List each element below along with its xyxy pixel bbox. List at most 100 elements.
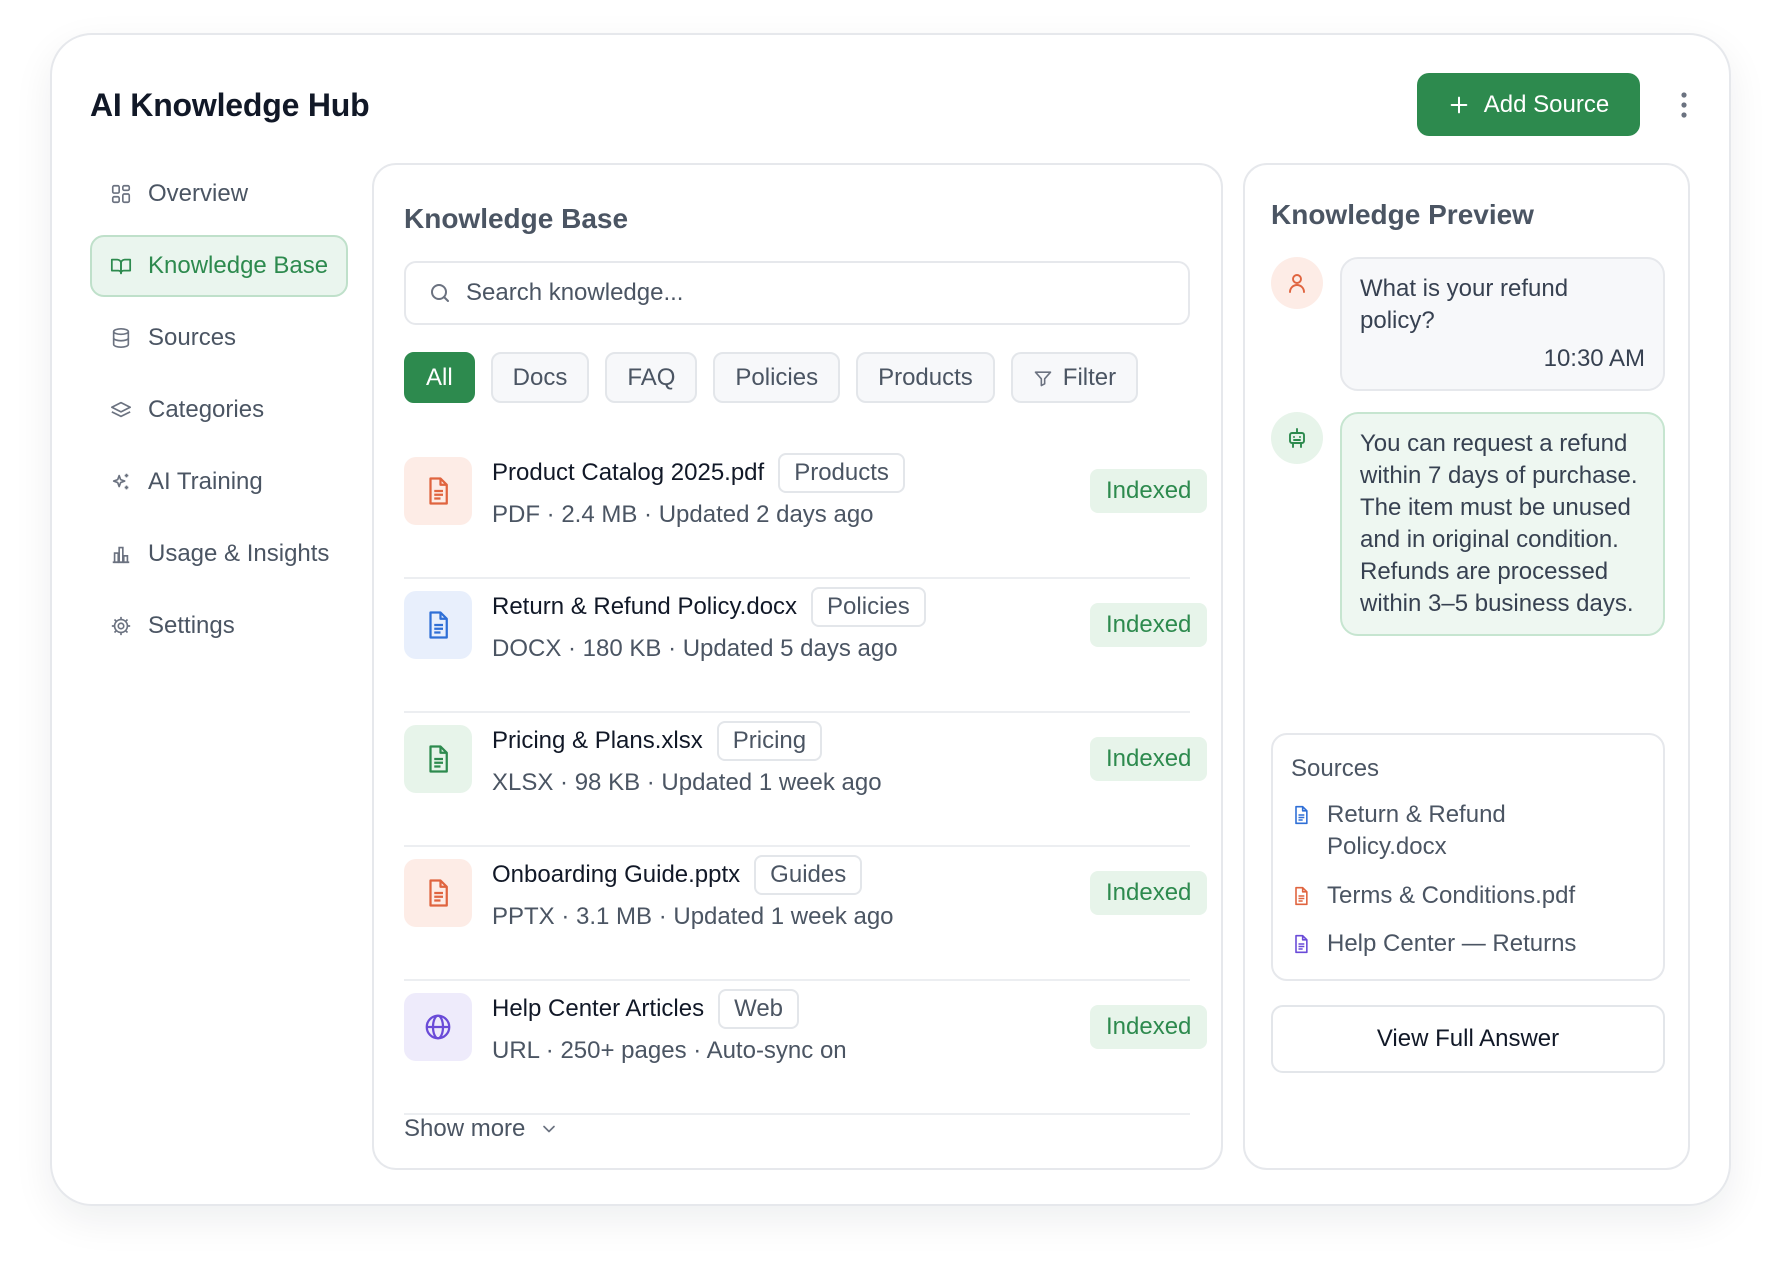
chip-label: Filter <box>1062 363 1117 391</box>
bot-avatar <box>1271 412 1323 464</box>
status-badge: Indexed <box>1090 603 1208 647</box>
sidebar-item-knowledge-base[interactable]: Knowledge Base <box>90 235 348 297</box>
view-full-answer-button[interactable]: View Full Answer <box>1271 1005 1665 1073</box>
category-tag: Policies <box>811 587 926 627</box>
funnel-icon <box>1034 370 1052 386</box>
sidebar-item-label: AI Training <box>148 468 263 495</box>
add-source-button[interactable]: Add Source <box>1417 73 1640 136</box>
chip-label: Policies <box>735 363 819 391</box>
add-source-label: Add Source <box>1483 90 1610 118</box>
category-tag: Pricing <box>716 721 823 761</box>
list-item[interactable]: Return & Refund Policy.docx Policies DOC… <box>404 579 1208 713</box>
search-icon <box>431 284 449 302</box>
doc-file-icon <box>404 591 472 659</box>
file-meta: PDF · 2.4 MB · Updated 2 days ago <box>492 501 874 528</box>
source-label: Return & Refund Policy.docx <box>1327 801 1506 860</box>
gear-icon <box>111 616 131 636</box>
bar-chart-icon <box>112 546 130 564</box>
category-tag: Products <box>778 453 905 493</box>
show-more-button[interactable]: Show more <box>404 1115 559 1143</box>
filter-chip-products[interactable]: Products <box>856 352 995 403</box>
file-meta: XLSX · 98 KB · Updated 1 week ago <box>492 769 882 796</box>
chip-label: All <box>426 363 453 391</box>
file-name: Product Catalog 2025.pdf <box>492 459 765 486</box>
filter-chip-docs[interactable]: Docs <box>490 352 590 403</box>
knowledge-list: Product Catalog 2025.pdf Products PDF · … <box>404 445 1254 1115</box>
panel-title: Knowledge Base <box>404 203 629 234</box>
message-timestamp: 10:30 AM <box>1543 345 1645 372</box>
view-full-answer-label: View Full Answer <box>1376 1025 1560 1052</box>
status-badge: Indexed <box>1090 469 1208 513</box>
sidebar-item-categories[interactable]: Categories <box>90 379 348 441</box>
more-options-button[interactable] <box>1666 85 1702 125</box>
file-name: Help Center Articles <box>492 995 705 1022</box>
file-name: Onboarding Guide.pptx <box>492 861 741 888</box>
source-link[interactable]: Terms & Conditions.pdf <box>1291 880 1651 912</box>
search-input[interactable] <box>466 279 1166 307</box>
vertical-dots-icon <box>1681 92 1687 118</box>
pdf-file-icon <box>404 457 472 525</box>
chip-label: FAQ <box>627 363 676 391</box>
sidebar-item-settings[interactable]: Settings <box>90 595 348 657</box>
list-item[interactable]: Help Center Articles Web URL · 250+ page… <box>404 981 1208 1115</box>
list-item[interactable]: Onboarding Guide.pptx Guides PPTX · 3.1 … <box>404 847 1208 981</box>
sidebar-item-overview[interactable]: Overview <box>90 163 348 225</box>
sources-title: Sources <box>1291 755 1380 782</box>
sidebar-item-label: Settings <box>148 612 235 639</box>
filter-chips: All Docs FAQ Policies Products Filter <box>404 352 1139 403</box>
sidebar-item-label: Sources <box>148 324 237 351</box>
list-item[interactable]: Pricing & Plans.xlsx Pricing XLSX · 98 K… <box>404 713 1208 847</box>
user-icon <box>1289 274 1305 293</box>
sidebar-item-label: Usage & Insights <box>148 540 330 567</box>
filter-chip-all[interactable]: All <box>404 352 475 403</box>
plus-icon <box>1450 96 1468 113</box>
status-badge: Indexed <box>1090 1005 1208 1049</box>
sheet-file-icon <box>404 725 472 793</box>
sidebar-item-label: Overview <box>148 180 249 207</box>
source-link[interactable]: Help Center — Returns <box>1291 928 1651 960</box>
filter-chip-policies[interactable]: Policies <box>713 352 841 403</box>
file-meta: URL · 250+ pages · Auto-sync on <box>492 1037 847 1064</box>
pdf-file-icon <box>1295 886 1308 906</box>
show-more-label: Show more <box>404 1115 526 1142</box>
search-box[interactable] <box>404 261 1190 325</box>
panel-title: Knowledge Preview <box>1271 199 1534 230</box>
user-message-text: What is your refund policy? <box>1360 275 1569 334</box>
sidebar-item-sources[interactable]: Sources <box>90 307 348 369</box>
answer-sources-card: Sources Return & Refund Policy.docx Term… <box>1271 733 1665 981</box>
file-name: Return & Refund Policy.docx <box>492 593 798 620</box>
slides-file-icon <box>404 859 472 927</box>
knowledge-preview-panel: Knowledge Preview What is your refund po… <box>1243 163 1690 1170</box>
sidebar-item-ai-training[interactable]: AI Training <box>90 451 348 513</box>
sidebar-item-usage-insights[interactable]: Usage & Insights <box>90 523 348 585</box>
chip-label: Docs <box>512 363 568 391</box>
app-title: AI Knowledge Hub <box>90 87 370 123</box>
sparkles-icon <box>112 473 129 490</box>
file-name: Pricing & Plans.xlsx <box>492 727 703 754</box>
robot-icon <box>1289 428 1305 448</box>
source-label: Terms & Conditions.pdf <box>1327 882 1576 909</box>
article-icon <box>1295 934 1308 954</box>
book-icon <box>110 258 132 275</box>
filter-chip-faq[interactable]: FAQ <box>605 352 698 403</box>
chevron-down-icon <box>543 1125 556 1133</box>
sidebar-item-label: Knowledge Base <box>148 252 329 279</box>
file-meta: PPTX · 3.1 MB · Updated 1 week ago <box>492 903 894 930</box>
layers-icon <box>111 401 131 418</box>
filter-button[interactable]: Filter <box>1010 352 1139 403</box>
category-tag: Guides <box>754 855 863 895</box>
chip-label: Products <box>878 363 973 391</box>
globe-icon <box>404 993 472 1061</box>
file-meta: DOCX · 180 KB · Updated 5 days ago <box>492 635 898 662</box>
user-avatar <box>1271 257 1323 309</box>
source-link[interactable]: Return & Refund Policy.docx <box>1291 799 1651 863</box>
grid-icon <box>111 184 131 204</box>
knowledge-base-panel: Knowledge Base All Docs FAQ Policies Pro… <box>372 163 1223 1170</box>
status-badge: Indexed <box>1090 737 1208 781</box>
status-badge: Indexed <box>1090 871 1208 915</box>
list-item[interactable]: Product Catalog 2025.pdf Products PDF · … <box>404 445 1208 579</box>
source-label: Help Center — Returns <box>1327 930 1577 957</box>
app-window: AI Knowledge Hub Add Source Overview Kno… <box>50 33 1731 1206</box>
ai-answer-bubble: You can request a refund within 7 days o… <box>1340 412 1665 636</box>
database-icon <box>112 328 130 348</box>
